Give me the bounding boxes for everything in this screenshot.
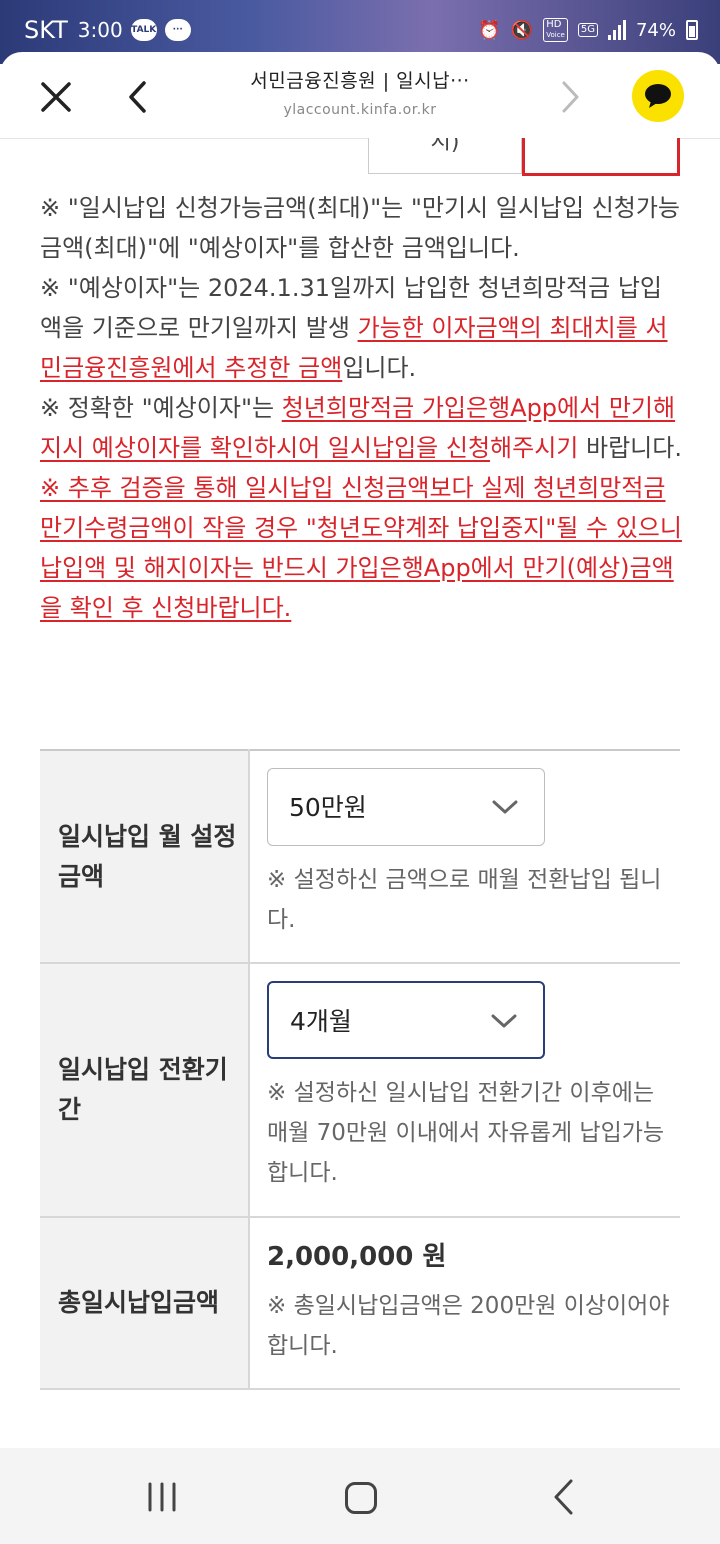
clock: 3:00 [77,18,123,42]
system-nav-bar [0,1448,720,1544]
tab-bar: 시) [368,138,680,176]
battery-percent: 74% [635,19,676,41]
total-amount-help: ※ 총일시납입금액은 200만원 이상이어야합니다. [267,1293,670,1359]
period-help: ※ 설정하신 일시납입 전환기간 이후에는 매월 70만원 이내에서 자유롭게 … [267,1080,665,1186]
page-title: 서민금융진흥원 | 일시납··· [250,70,470,92]
monthly-amount-help: ※ 설정하신 금액으로 매월 전환납입 됩니다. [267,867,662,933]
monthly-amount-label: 일시납입 월 설정금액 [40,750,250,964]
hd-voice-icon: HD Voice [543,18,568,42]
conversion-form-table: 일시납입 월 설정금액 50만원 ※ 설정하신 금액으로 매월 전환납입 됩니다… [40,749,680,1390]
kakaotalk-notification-icon: TALK [130,19,157,41]
page-url[interactable]: ylaccount.kinfa.or.kr [190,102,530,118]
message-notification-icon: ··· [164,19,191,41]
total-amount-value: 2,000,000 원 [267,1242,447,1272]
network-type-icon: 5G [577,23,598,37]
table-row: 일시납입 전환기간 4개월 ※ 설정하신 일시납입 전환기간 이후에는 매월 7… [40,963,680,1218]
battery-icon [686,20,698,40]
tab-active[interactable] [522,138,680,176]
notice-warning: ※ 추후 검증을 통해 일시납입 신청금액보다 실제 청년희망적금 만기수령금액… [40,474,682,622]
period-select[interactable]: 4개월 [267,981,545,1059]
chat-bubble-icon [645,84,671,108]
main-content: 시) ※ "일시납입 신청가능금액(최대)"는 "만기시 일시납입 신청가능금액… [0,138,720,1448]
notice-max-amount: ※ "일시납입 신청가능금액(최대)"는 "만기시 일시납입 신청가능금액(최대… [40,194,681,262]
period-label: 일시납입 전환기간 [40,963,250,1218]
forward-icon[interactable] [556,77,584,117]
table-row: 총일시납입금액 2,000,000 원 ※ 총일시납입금액은 200만원 이상이… [40,1217,680,1390]
system-back-icon[interactable] [552,1478,576,1516]
kakaotalk-share-button[interactable] [632,70,684,122]
home-icon[interactable] [345,1482,377,1514]
browser-toolbar: 서민금융진흥원 | 일시납··· ylaccount.kinfa.or.kr [0,52,720,139]
mute-icon: 🔇 [510,19,534,41]
signal-icon [607,20,626,40]
total-amount-label: 총일시납입금액 [40,1217,250,1390]
chevron-down-icon [492,800,518,814]
table-row: 일시납입 월 설정금액 50만원 ※ 설정하신 금액으로 매월 전환납입 됩니다… [40,750,680,964]
notice-expected-interest: ※ "예상이자"는 2024.1.31일까지 납입한 청년희망적금 납입액을 기… [40,274,668,382]
recent-apps-icon[interactable] [146,1481,178,1513]
back-icon[interactable] [124,77,152,117]
alarm-icon: ⏰ [478,19,501,41]
notice-exact-interest: ※ 정확한 "예상이자"는 청년희망적금 가입은행App에서 만기해지시 예상이… [40,394,682,462]
monthly-amount-select[interactable]: 50만원 [267,768,545,846]
close-icon[interactable] [38,79,74,115]
notice-list: ※ "일시납입 신청가능금액(최대)"는 "만기시 일시납입 신청가능금액(최대… [40,188,684,628]
tab-previous[interactable]: 시) [368,138,522,174]
carrier-label: SKT [24,16,68,44]
chevron-down-icon [491,1014,517,1028]
